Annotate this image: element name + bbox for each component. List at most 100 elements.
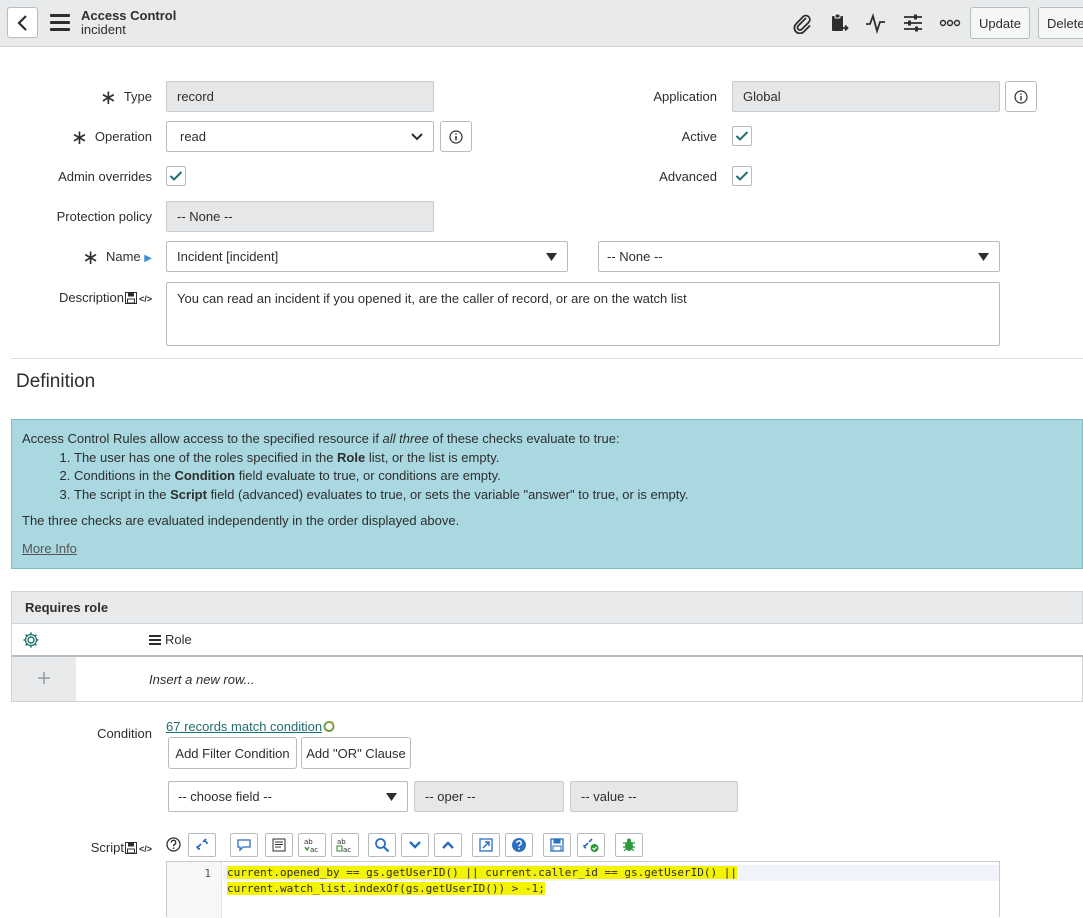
add-row-icon[interactable]: + [12, 657, 76, 701]
add-filter-condition-button[interactable]: Add Filter Condition [168, 737, 297, 769]
definition-intro: Access Control Rules allow access to the… [22, 431, 620, 446]
required-icon: ∗ [71, 126, 88, 149]
name-table-select[interactable]: Incident [incident] [166, 241, 568, 272]
column-menu-icon[interactable] [149, 634, 161, 645]
records-match-link[interactable]: 67 records match condition [166, 719, 322, 734]
application-field: Global [732, 81, 1000, 112]
find-previous-icon[interactable] [434, 833, 462, 857]
definition-info-box: Access Control Rules allow access to the… [11, 419, 1083, 569]
admin-overrides-checkbox[interactable] [166, 166, 186, 186]
toggle-syntax-icon[interactable] [188, 833, 216, 857]
description-textarea[interactable]: You can read an incident if you opened i… [166, 282, 1000, 346]
definition-item: The user has one of the roles specified … [74, 449, 1072, 468]
replace-all-icon[interactable]: ab ac [331, 833, 359, 857]
help-icon[interactable] [166, 837, 181, 855]
definition-item: Conditions in the Condition field evalua… [74, 467, 1072, 486]
svg-text:ab: ab [304, 838, 313, 846]
line-number: 1 [204, 867, 211, 880]
gear-icon[interactable] [22, 631, 40, 652]
value-field[interactable]: -- value -- [570, 781, 738, 812]
delete-button[interactable]: Delete [1038, 7, 1083, 39]
name-field-select[interactable]: -- None -- [598, 241, 1000, 272]
script-editor[interactable]: 1 current.opened_by == gs.getUserID() ||… [166, 861, 1000, 918]
form-subtitle: incident [81, 22, 126, 37]
active-label: Active [681, 129, 717, 144]
condition-label: Condition [97, 726, 152, 741]
settings-sliders-icon[interactable] [900, 11, 926, 35]
checkmark-icon [169, 171, 183, 181]
more-info-link[interactable]: More Info [22, 541, 77, 556]
protection-policy-field: -- None -- [166, 201, 434, 232]
replace-icon[interactable]: ab ac [298, 833, 326, 857]
info-icon [449, 129, 463, 144]
advanced-checkbox[interactable] [732, 166, 752, 186]
back-button[interactable] [7, 7, 38, 38]
description-label: Description </> [58, 290, 152, 307]
save-script-icon[interactable] [543, 833, 571, 857]
debug-icon[interactable] [615, 833, 643, 857]
svg-text:ac: ac [343, 846, 351, 853]
search-icon[interactable] [368, 833, 396, 857]
operator-select[interactable]: -- oper -- [414, 781, 564, 812]
application-info-button[interactable] [1005, 81, 1037, 112]
advanced-label: Advanced [659, 169, 717, 184]
format-code-icon[interactable] [265, 833, 293, 857]
caret-down-icon [546, 252, 557, 261]
insert-row: + Insert a new row... [11, 657, 1083, 702]
save-icon[interactable] [124, 842, 137, 857]
info-icon [1014, 89, 1028, 104]
required-icon: ∗ [100, 86, 117, 109]
admin-overrides-label: Admin overrides [58, 169, 152, 184]
svg-text:ab: ab [337, 838, 346, 846]
comment-icon[interactable] [230, 833, 258, 857]
save-icon[interactable] [124, 292, 137, 307]
refresh-icon[interactable] [323, 720, 335, 733]
clipboard-icon[interactable] [826, 11, 852, 35]
operation-select[interactable]: read [166, 121, 434, 152]
name-table-value: Incident [incident] [177, 249, 279, 264]
caret-down-icon [978, 252, 989, 261]
script-help-icon[interactable] [505, 833, 533, 857]
fullscreen-icon[interactable] [472, 833, 500, 857]
role-column-header[interactable]: Role [149, 632, 192, 647]
checkmark-icon [735, 171, 749, 181]
insert-row-text[interactable]: Insert a new row... [149, 672, 255, 687]
type-label: ∗ Type [100, 86, 152, 109]
requires-role-header: Requires role [11, 591, 1083, 624]
section-divider [11, 358, 1083, 359]
code-line: current.watch_list.indexOf(gs.getUserID(… [227, 882, 545, 895]
line-gutter: 1 [167, 862, 222, 918]
attachment-icon[interactable] [789, 11, 815, 35]
find-next-icon[interactable] [401, 833, 429, 857]
code-tag-icon[interactable]: </> [139, 844, 152, 854]
caret-down-icon [386, 792, 397, 801]
active-checkbox[interactable] [732, 126, 752, 146]
condition-match: 67 records match condition [166, 719, 335, 734]
role-column-label: Role [165, 632, 192, 647]
definition-heading: Definition [16, 371, 96, 392]
protection-policy-label: Protection policy [56, 209, 152, 224]
caret-right-icon[interactable]: ▶ [144, 253, 152, 264]
operation-value: read [180, 129, 207, 144]
code-area[interactable]: current.opened_by == gs.getUserID() || c… [223, 865, 999, 897]
syntax-check-icon[interactable] [577, 833, 605, 857]
operation-info-button[interactable] [440, 121, 472, 152]
name-label: ∗ Name ▶ [82, 246, 152, 269]
definition-note: The three checks are evaluated independe… [22, 513, 460, 528]
add-or-clause-button[interactable]: Add "OR" Clause [301, 737, 411, 769]
script-label: Script </> [90, 840, 152, 857]
definition-list: The user has one of the roles specified … [22, 449, 1072, 505]
checkmark-icon [735, 131, 749, 141]
update-button[interactable]: Update [970, 7, 1030, 39]
definition-item: The script in the Script field (advanced… [74, 486, 1072, 505]
hamburger-menu-icon[interactable] [50, 14, 70, 31]
role-column-row: Role [11, 624, 1083, 657]
chevron-left-icon [16, 14, 27, 31]
application-label: Application [653, 89, 717, 104]
svg-text:ac: ac [310, 846, 318, 853]
code-tag-icon[interactable]: </> [139, 294, 152, 304]
activity-icon[interactable] [863, 11, 889, 35]
more-options-icon[interactable] [937, 11, 963, 35]
choose-field-select[interactable]: -- choose field -- [168, 781, 408, 812]
code-line: current.opened_by == gs.getUserID() || c… [227, 866, 737, 879]
